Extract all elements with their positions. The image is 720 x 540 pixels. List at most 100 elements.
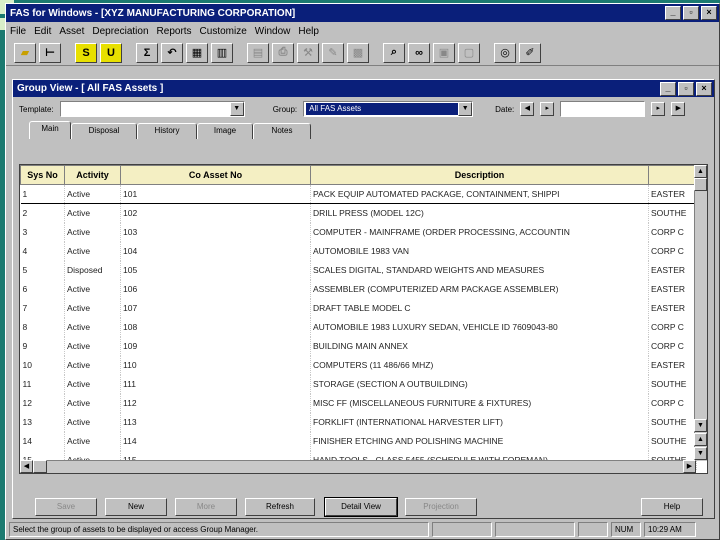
cell-location: EASTER	[648, 298, 697, 318]
ruler-icon[interactable]: ⊢	[39, 42, 61, 63]
scroll-page-up-button[interactable]: ▲	[694, 433, 707, 446]
template-select[interactable]: ▼	[59, 101, 245, 117]
cell-description: BUILDING MAIN ANNEX	[310, 336, 649, 356]
undo-icon[interactable]: ↶	[161, 42, 183, 63]
table-row[interactable]: 13 Active 113 FORKLIFT (INTERNATIONAL HARVE…	[20, 412, 697, 432]
u-icon[interactable]: U	[100, 42, 122, 63]
more-button[interactable]: More	[175, 498, 237, 516]
header-description[interactable]: Description	[310, 165, 649, 185]
help-button[interactable]: Help	[641, 498, 703, 516]
cell-sys-no: 6	[20, 279, 65, 299]
date-prev-button[interactable]: ◀	[520, 102, 535, 116]
menu-customize[interactable]: Customize	[200, 26, 247, 37]
chevron-down-icon[interactable]: ▼	[458, 102, 473, 116]
scroll-left-button[interactable]: ◀	[20, 460, 33, 473]
tab-image[interactable]: Image	[197, 123, 253, 139]
search-icon[interactable]: ⌕	[383, 42, 405, 63]
cell-activity: Active	[64, 355, 121, 375]
minimize-button[interactable]: _	[665, 6, 681, 20]
new-button[interactable]: New	[105, 498, 167, 516]
table-row[interactable]: 3 Active 103 COMPUTER - MAINFRAME (ORDER PR…	[20, 222, 697, 242]
report-icon[interactable]: ▤	[247, 42, 269, 63]
scroll-page-down-button[interactable]: ▼	[694, 447, 707, 460]
pen-icon[interactable]: ✐	[519, 42, 541, 63]
child-maximize-button[interactable]: ▫	[678, 81, 694, 96]
s-icon[interactable]: S	[75, 42, 97, 63]
menu-help[interactable]: Help	[298, 26, 319, 37]
tab-history[interactable]: History	[137, 123, 197, 139]
restore-button[interactable]: ▫	[683, 6, 699, 20]
menu-depreciation[interactable]: Depreciation	[92, 26, 148, 37]
cell-activity: Active	[64, 298, 121, 318]
save-button[interactable]: Save	[35, 498, 97, 516]
header-activity[interactable]: Activity	[64, 165, 121, 185]
cell-location: SOUTHE	[648, 374, 697, 394]
cell-description: MISC FF (MISCELLANEOUS FURNITURE & FIXTU…	[310, 393, 649, 413]
refresh-button[interactable]: Refresh	[245, 498, 315, 516]
date-last-button[interactable]: ▶	[671, 102, 686, 116]
detail-view-button[interactable]: Detail View	[324, 497, 398, 517]
table-row[interactable]: 14 Active 114 FINISHER ETCHING AND POLISHIN…	[20, 431, 697, 451]
scroll-down-button[interactable]: ▼	[694, 419, 707, 432]
header-location[interactable]	[648, 165, 697, 185]
scroll-thumb[interactable]	[694, 178, 707, 191]
cell-sys-no: 11	[20, 374, 65, 394]
close-button[interactable]: ×	[701, 6, 717, 20]
cell-activity: Active	[64, 336, 121, 356]
cell-description: AUTOMOBILE 1983 LUXURY SEDAN, VEHICLE ID…	[310, 317, 649, 337]
scroll-up-button[interactable]: ▲	[694, 165, 707, 178]
template-label: Template:	[19, 104, 54, 114]
child-minimize-button[interactable]: _	[660, 81, 676, 96]
table-row[interactable]: 7 Active 107 DRAFT TABLE MODEL C EASTER	[20, 298, 697, 318]
table-row[interactable]: 12 Active 112 MISC FF (MISCELLANEOUS FURNIT…	[20, 393, 697, 413]
open-folder-icon[interactable]: ▰	[14, 42, 36, 63]
projection-button[interactable]: Projection	[405, 498, 477, 516]
date-field[interactable]	[560, 101, 646, 117]
table-row[interactable]: 2 Active 102 DRILL PRESS (MODEL 12C) SOUTHE	[20, 203, 697, 223]
menu-edit[interactable]: Edit	[34, 26, 51, 37]
tab-disposal[interactable]: Disposal	[71, 123, 137, 139]
tab-main[interactable]: Main	[29, 121, 71, 139]
table-row[interactable]: 11 Active 111 STORAGE (SECTION A OUTBUILDIN…	[20, 374, 697, 394]
printer-icon[interactable]: ⎙	[272, 42, 294, 63]
cell-sys-no: 3	[20, 222, 65, 242]
calendar-icon[interactable]: ▦	[186, 42, 208, 63]
scroll-right-button[interactable]: ▶	[683, 460, 696, 473]
sigma-icon[interactable]: Σ	[136, 42, 158, 63]
date-forward-button[interactable]: ▸	[651, 102, 666, 116]
cell-description: ASSEMBLER (COMPUTERIZED ARM PACKAGE ASSE…	[310, 279, 649, 299]
table-row[interactable]: 10 Active 110 COMPUTERS (11 486/66 MHZ) EAST…	[20, 355, 697, 375]
dispose-icon[interactable]: ▣	[433, 42, 455, 63]
date-next-small-button[interactable]: ▸	[540, 102, 555, 116]
table-row[interactable]: 4 Active 104 AUTOMOBILE 1983 VAN CORP C	[20, 241, 697, 261]
cell-description: DRILL PRESS (MODEL 12C)	[310, 203, 649, 223]
table-row[interactable]: 6 Active 106 ASSEMBLER (COMPUTERIZED ARM PA…	[20, 279, 697, 299]
table-row[interactable]: 1 Active 101 PACK EQUIP AUTOMATED PACKAGE, …	[20, 184, 697, 204]
table-row[interactable]: 8 Active 108 AUTOMOBILE 1983 LUXURY SEDAN, …	[20, 317, 697, 337]
menu-window[interactable]: Window	[255, 26, 291, 37]
horizontal-scrollbar[interactable]: ◀ ▶	[20, 460, 696, 473]
wrench-icon[interactable]: ⚒	[297, 42, 319, 63]
chevron-down-icon[interactable]: ▼	[229, 102, 244, 116]
cell-description: COMPUTER - MAINFRAME (ORDER PROCESSING, …	[310, 222, 649, 242]
vertical-scrollbar[interactable]: ▲ ▼ ▲ ▼	[694, 165, 707, 461]
glasses-icon[interactable]: ◎	[494, 42, 516, 63]
edit-icon[interactable]: ✎	[322, 42, 344, 63]
tools-icon[interactable]: ▢	[458, 42, 480, 63]
table-row[interactable]: 9 Active 109 BUILDING MAIN ANNEX CORP C	[20, 336, 697, 356]
group-label: Group:	[272, 104, 298, 114]
chart-icon[interactable]: ▥	[211, 42, 233, 63]
table-row[interactable]: 5 Disposed 105 SCALES DIGITAL, STANDARD WEI…	[20, 260, 697, 280]
asset-grid[interactable]: Sys No Activity Co Asset No Description …	[19, 164, 708, 474]
menu-file[interactable]: File	[10, 26, 26, 37]
menu-reports[interactable]: Reports	[157, 26, 192, 37]
menu-asset[interactable]: Asset	[59, 26, 84, 37]
group-select[interactable]: All FAS Assets ▼	[303, 101, 474, 117]
binoculars-icon[interactable]: ∞	[408, 42, 430, 63]
header-sys-no[interactable]: Sys No	[20, 165, 65, 185]
child-close-button[interactable]: ×	[696, 81, 712, 96]
header-co-asset-no[interactable]: Co Asset No	[120, 165, 311, 185]
scroll-h-thumb[interactable]	[33, 460, 47, 473]
tab-notes[interactable]: Notes	[253, 123, 311, 139]
grid-icon[interactable]: ▩	[347, 42, 369, 63]
